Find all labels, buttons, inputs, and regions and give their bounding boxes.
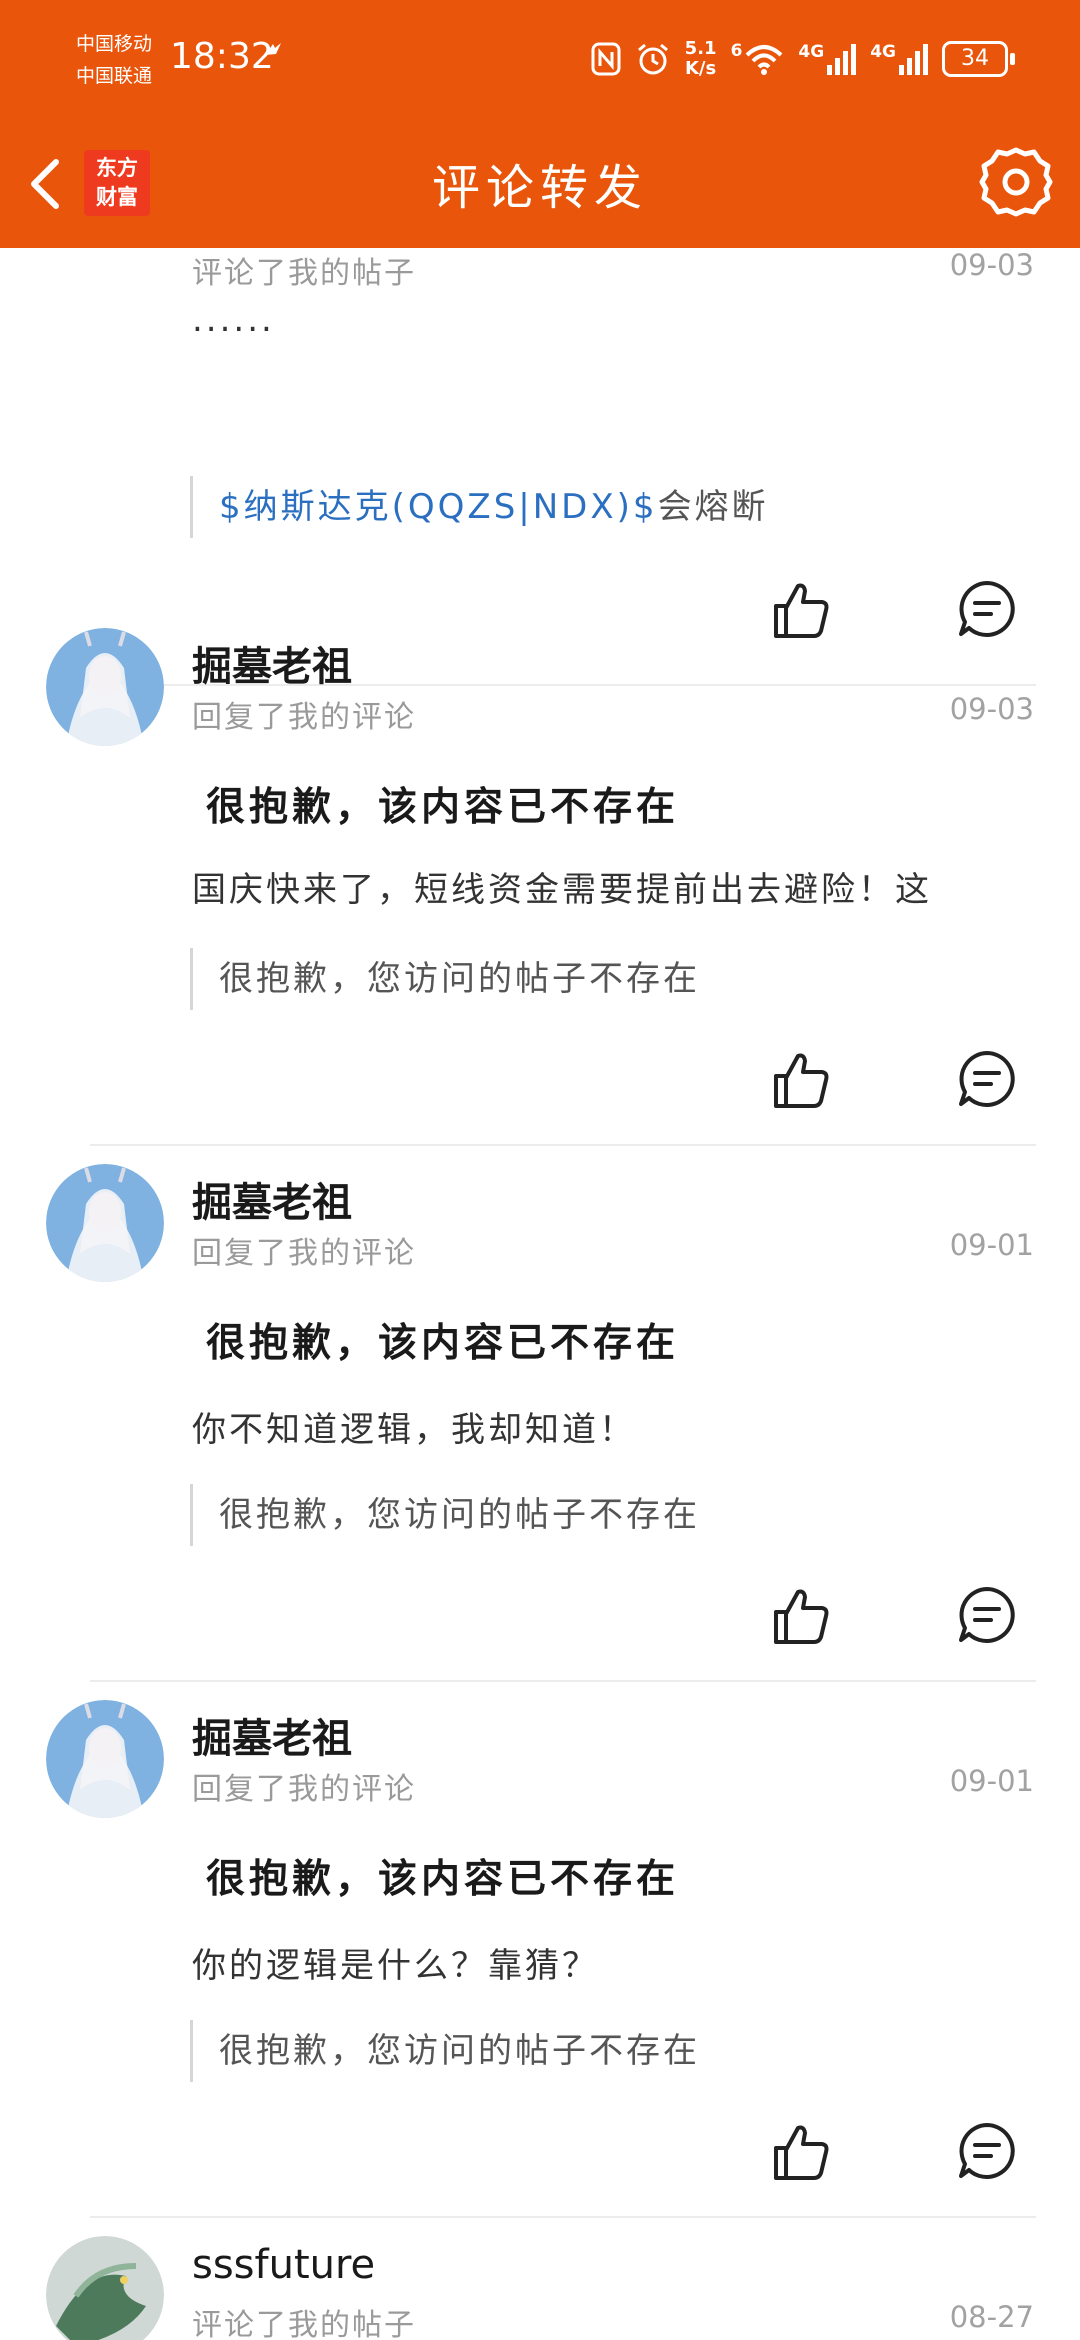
comment-text[interactable]: 你不知道逻辑，我却知道！ [192,1402,1034,1451]
username[interactable]: 掘墓老祖 [192,634,352,692]
action-text: 评论了我的帖子 [192,2308,416,2340]
reply-button[interactable] [956,2120,1018,2182]
wifi-icon [746,45,783,75]
comment-text: ...... [192,300,275,340]
status-icons: 5.1 K/s 6 4G 4G 34 [591,36,1015,82]
date: 08-27 [949,2300,1034,2334]
list-item[interactable]: 掘墓老祖 回复了我的评论 09-01 很抱歉，该内容已不存在 你的逻辑是什么？靠… [0,1700,1080,2220]
signal-2: 4G [870,43,928,75]
like-button[interactable] [770,1584,834,1648]
wifi-badge: 6 [730,41,743,61]
username[interactable]: 掘墓老祖 [192,1170,352,1228]
nfc-icon [591,42,621,76]
nav-bar: 东方 财富 评论转发 [0,120,1080,248]
username[interactable]: sssfuture [192,2242,375,2288]
header: 中国移动 中国联通 18:32 5.1 K/s 6 4G 4G 34 东方 财富… [0,0,1080,248]
signal-1: 4G [798,42,857,75]
list-item[interactable]: 评论了我的帖子 09-03 ...... $纳斯达克(QQZS|NDX)$会熔断 [0,248,1080,686]
reply-button[interactable] [956,1584,1018,1646]
quoted-post[interactable]: 很抱歉，您访问的帖子不存在 [190,948,700,1010]
divider [90,2216,1036,2218]
net-speed-value: 5.1 [684,38,717,59]
carrier-1: 中国移动 [76,33,153,55]
carrier-2: 中国联通 [76,65,153,87]
avatar[interactable] [46,2236,164,2340]
network-type-2: 4G [870,42,896,62]
action-text: 回复了我的评论 [192,1236,416,1271]
notification-icon [265,43,281,55]
date: 09-03 [949,248,1034,282]
notification-feed: 评论了我的帖子 09-03 ...... $纳斯达克(QQZS|NDX)$会熔断 [0,248,1080,2340]
action-text: 回复了我的评论 [192,1772,416,1807]
date: 09-01 [949,1228,1034,1262]
battery-indicator: 34 [942,41,1015,77]
status-time: 18:32 [170,36,274,77]
list-item[interactable]: 掘墓老祖 回复了我的评论 09-01 很抱歉，该内容已不存在 你不知道逻辑，我却… [0,1164,1080,1684]
list-item[interactable]: 掘墓老祖 回复了我的评论 09-03 很抱歉，该内容已不存在 国庆快来了，短线资… [0,628,1080,1148]
deleted-notice: 很抱歉，该内容已不存在 [206,1857,680,1902]
alarm-icon [637,43,668,75]
network-type-1: 4G [798,42,825,62]
username[interactable]: 掘墓老祖 [192,1706,352,1764]
avatar-image [46,1700,164,1818]
quoted-post[interactable]: 很抱歉，您访问的帖子不存在 [190,2020,700,2082]
settings-button[interactable] [978,144,1054,220]
like-button[interactable] [770,1048,834,1112]
carrier-info: 中国移动 中国联通 [76,28,152,92]
date: 09-01 [949,1764,1034,1798]
avatar[interactable] [46,1164,164,1282]
wifi-indicator: 6 [731,42,785,76]
deleted-notice: 很抱歉，该内容已不存在 [206,1321,680,1366]
avatar-image [46,2236,164,2340]
avatar[interactable] [46,1700,164,1818]
avatar-image [46,628,164,746]
comment-text[interactable]: 国庆快来了，短线资金需要提前出去避险！这 [192,862,1034,911]
quote-text: 会熔断 [657,487,769,527]
quoted-post[interactable]: $纳斯达克(QQZS|NDX)$会熔断 [190,476,769,538]
page-title: 评论转发 [431,160,648,216]
quoted-post[interactable]: 很抱歉，您访问的帖子不存在 [190,1484,700,1546]
signal-bars-icon [827,44,857,75]
status-bar: 中国移动 中国联通 18:32 5.1 K/s 6 4G 4G 34 [0,0,1080,120]
date: 09-03 [949,692,1034,726]
reply-button[interactable] [956,1048,1018,1110]
divider [90,1680,1036,1682]
comment-text[interactable]: 你的逻辑是什么？靠猜？ [192,1938,1034,1987]
deleted-notice: 很抱歉，该内容已不存在 [206,785,680,830]
stock-link[interactable]: $纳斯达克(QQZS|NDX)$ [219,487,658,527]
signal-bars-icon [899,44,928,75]
action-text: 回复了我的评论 [192,700,416,735]
list-item[interactable]: sssfuture 评论了我的帖子 08-27 [0,2236,1080,2340]
avatar[interactable] [46,628,164,746]
net-speed: 5.1 K/s [685,39,717,79]
net-speed-unit: K/s [684,58,717,79]
like-button[interactable] [770,2120,834,2184]
divider [90,1144,1036,1146]
action-text: 评论了我的帖子 [192,256,416,291]
avatar-image [46,1164,164,1282]
